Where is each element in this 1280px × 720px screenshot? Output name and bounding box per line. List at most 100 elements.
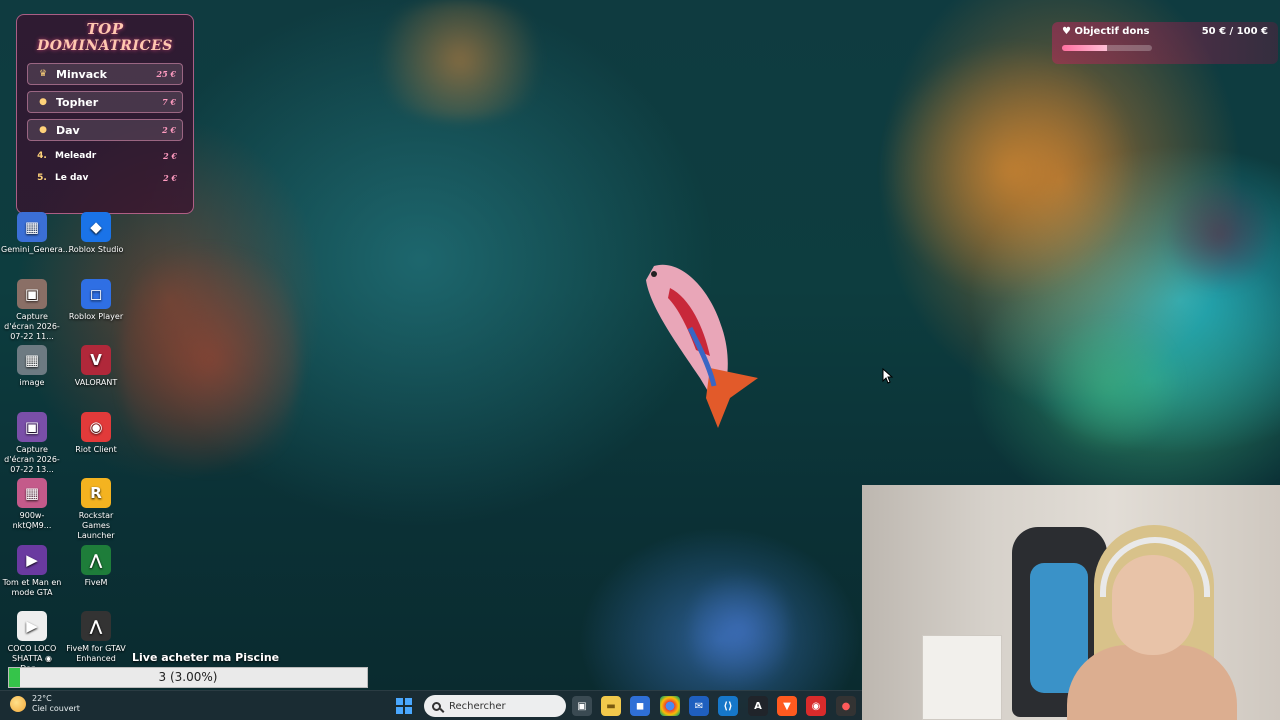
leaderboard-name: Minvack bbox=[56, 67, 107, 81]
leaderboard-amount: 7 € bbox=[162, 97, 176, 107]
store-icon[interactable]: ◼ bbox=[630, 696, 650, 716]
weather-description: Ciel couvert bbox=[32, 704, 80, 713]
coral-decoration bbox=[690, 560, 790, 700]
fish-image bbox=[646, 264, 758, 428]
rockstar-icon: R bbox=[81, 478, 111, 508]
weather-sun-icon bbox=[10, 696, 26, 712]
desktop-icon[interactable]: ▶COCO LOCO SHATTA ◉ Dan... bbox=[1, 611, 63, 674]
brave-icon[interactable]: ▼ bbox=[777, 696, 797, 716]
desktop-icon-label: FiveM for GTAV Enhanced bbox=[66, 644, 126, 663]
fivem-icon: ⋀ bbox=[81, 611, 111, 641]
leaderboard-entry: ● Dav 2 € bbox=[27, 119, 183, 141]
riot-client-taskbar-icon[interactable]: ◉ bbox=[806, 696, 826, 716]
file-explorer-icon[interactable]: ▬ bbox=[601, 696, 621, 716]
leaderboard-rank: 4. bbox=[37, 151, 47, 161]
desktop-icon-label: FiveM bbox=[84, 577, 108, 587]
roblox-studio-icon: ◆ bbox=[81, 212, 111, 242]
mouse-cursor-icon bbox=[882, 368, 894, 384]
leaderboard-name: Topher bbox=[56, 95, 99, 109]
leaderboard-amount: 25 € bbox=[156, 69, 176, 79]
desktop-icon[interactable]: V VALORANT bbox=[65, 345, 127, 388]
video-icon: ▶ bbox=[17, 611, 47, 641]
leaderboard-amount: 2 € bbox=[163, 151, 177, 161]
leaderboard-amount: 2 € bbox=[162, 125, 176, 135]
image-icon: ▦ bbox=[17, 345, 47, 375]
weather-temperature: 22°C bbox=[32, 694, 52, 703]
medal-icon: ● bbox=[39, 97, 47, 107]
top-donators-widget: TOP DOMINATRICES ♛ Minvack 25 € ● Topher… bbox=[16, 14, 194, 214]
desktop-icon[interactable]: ⋀ FiveM bbox=[65, 544, 127, 588]
desktop-icon-label: Roblox Studio bbox=[68, 245, 124, 254]
leaderboard-entry: 4. Meleadr 2 € bbox=[27, 147, 183, 165]
desktop-icon[interactable]: ⋀ FiveM for GTAV Enhanced bbox=[65, 611, 127, 664]
search-icon bbox=[432, 701, 441, 711]
leaderboard-entry: 5. Le dav 2 € bbox=[27, 169, 183, 187]
weather-widget[interactable]: 22°C Ciel couvert bbox=[10, 694, 80, 714]
leaderboard-list: ♛ Minvack 25 € ● Topher 7 € ● Dav 2 € 4.… bbox=[27, 63, 183, 187]
donation-goal-amount: 50 € / 100 € bbox=[1201, 26, 1268, 37]
image-icon: ▦ bbox=[17, 478, 47, 508]
desktop-icon[interactable]: ◻ Roblox Player bbox=[65, 278, 127, 322]
leaderboard-amount: 2 € bbox=[163, 173, 177, 183]
app-a-icon[interactable]: A bbox=[748, 696, 768, 716]
task-view-icon[interactable]: ▣ bbox=[572, 696, 592, 716]
desktop-icon-label: Tom et Man en mode GTA bbox=[2, 577, 62, 597]
desktop-icon[interactable]: ◉ Riot Client bbox=[65, 411, 127, 455]
desktop-icon[interactable]: ▣ Capture d'écran 2026-07-22 11... bbox=[1, 278, 63, 342]
leaderboard-title-line2: DOMINATRICES bbox=[37, 38, 173, 54]
desktop-icon[interactable]: ◆ Roblox Studio bbox=[65, 212, 127, 255]
desktop-icon[interactable]: ▶ Tom et Man en mode GTA bbox=[1, 544, 63, 598]
webcam-background-furniture bbox=[922, 635, 1002, 720]
leaderboard-title: TOP DOMINATRICES bbox=[27, 21, 183, 55]
taskbar-search-box[interactable]: Rechercher bbox=[424, 695, 566, 717]
leaderboard-title-line1: TOP bbox=[86, 20, 124, 38]
live-goal-label: Live acheter ma Piscine bbox=[132, 651, 280, 664]
coral-decoration bbox=[1030, 320, 1190, 450]
donation-goal-label-text: Objectif dons bbox=[1074, 26, 1150, 37]
leaderboard-entry: ♛ Minvack 25 € bbox=[27, 63, 183, 85]
coral-decoration bbox=[1170, 170, 1270, 300]
windows-start-icon[interactable] bbox=[396, 698, 412, 714]
coral-decoration bbox=[880, 40, 1140, 300]
taskbar: 22°C Ciel couvert Rechercher ▣ ▬ ◼ ✉ ⟨⟩ … bbox=[0, 690, 862, 720]
donation-goal-bar bbox=[1062, 45, 1152, 51]
video-icon: ▶ bbox=[17, 544, 47, 575]
live-goal-progress-text: 3 (3.00%) bbox=[158, 670, 218, 684]
search-placeholder: Rechercher bbox=[449, 700, 506, 712]
webcam-overlay bbox=[862, 485, 1280, 720]
screenshot-icon: ▣ bbox=[17, 411, 47, 442]
roblox-player-icon: ◻ bbox=[81, 278, 111, 309]
desktop-icon-label: Gemini_Genera... bbox=[1, 245, 71, 254]
outlook-icon[interactable]: ✉ bbox=[689, 696, 709, 716]
fivem-icon: ⋀ bbox=[81, 544, 111, 575]
desktop-icon-label: 900w-nktQM9... bbox=[12, 511, 52, 530]
desktop-icon[interactable]: ▦ image bbox=[1, 345, 63, 388]
leaderboard-name: Le dav bbox=[55, 173, 89, 183]
desktop-icon-label: Roblox Player bbox=[68, 311, 124, 321]
crown-icon: ♛ bbox=[38, 69, 48, 79]
desktop-icon-label: Riot Client bbox=[75, 444, 117, 454]
leaderboard-name: Meleadr bbox=[55, 151, 97, 161]
leaderboard-name: Dav bbox=[56, 123, 80, 137]
live-goal-progress-bar: 3 (3.00%) bbox=[8, 667, 368, 688]
desktop-icon-label: image bbox=[19, 378, 45, 387]
image-icon: ▦ bbox=[17, 212, 47, 242]
streamer-body bbox=[1067, 645, 1237, 720]
coral-decoration bbox=[120, 220, 300, 500]
desktop-icon[interactable]: ▦ 900w-nktQM9... bbox=[1, 478, 63, 531]
donation-goal-label: ♥ Objectif dons bbox=[1062, 26, 1150, 37]
desktop-icon[interactable]: ▣ Capture d'écran 2026-07-22 13... bbox=[1, 411, 63, 475]
desktop-icon[interactable]: ▦ Gemini_Genera... bbox=[1, 212, 71, 255]
coral-decoration bbox=[360, 0, 560, 120]
app-tray-icon[interactable]: ● bbox=[836, 696, 856, 716]
screenshot-icon: ▣ bbox=[17, 278, 47, 309]
donation-goal-fill bbox=[1062, 45, 1107, 51]
leaderboard-entry: ● Topher 7 € bbox=[27, 91, 183, 113]
desktop-icon-label: Capture d'écran 2026-07-22 11... bbox=[4, 311, 60, 341]
desktop-icon-label: Capture d'écran 2026-07-22 13... bbox=[4, 444, 60, 474]
chrome-icon[interactable] bbox=[660, 696, 680, 716]
desktop-icon[interactable]: R Rockstar Games Launcher bbox=[65, 478, 127, 541]
vscode-icon[interactable]: ⟨⟩ bbox=[718, 696, 738, 716]
medal-icon: ● bbox=[39, 125, 47, 135]
valorant-icon: V bbox=[81, 345, 111, 375]
